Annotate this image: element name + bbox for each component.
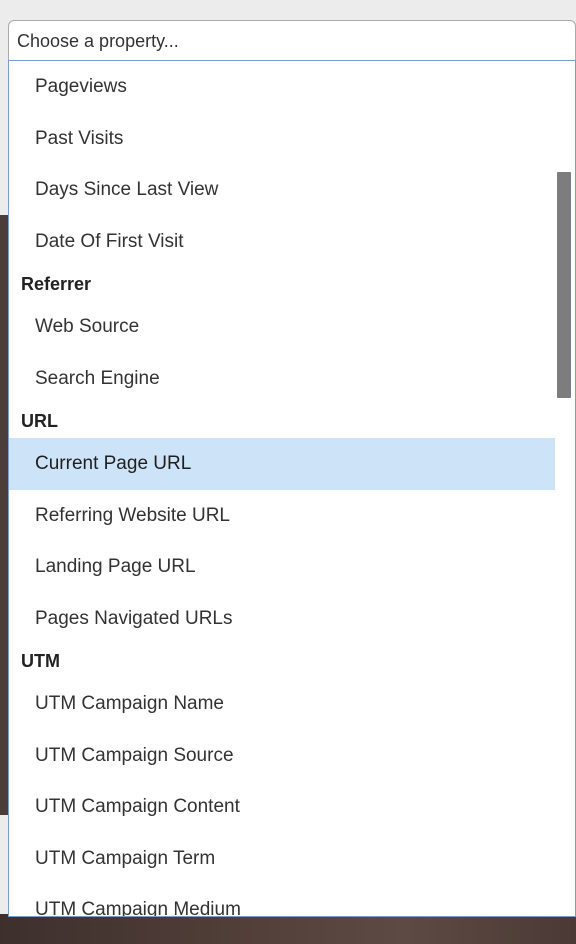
dropdown-option-utm-campaign-medium[interactable]: UTM Campaign Medium (9, 884, 556, 916)
property-dropdown[interactable]: Pageviews Past Visits Days Since Last Vi… (8, 60, 576, 917)
dropdown-option-current-page-url[interactable]: Current Page URL (9, 438, 556, 490)
dropdown-option-pages-navigated-urls[interactable]: Pages Navigated URLs (9, 593, 556, 645)
property-select[interactable]: Choose a property... (8, 20, 576, 61)
dropdown-option-utm-campaign-name[interactable]: UTM Campaign Name (9, 678, 556, 730)
dropdown-option-pageviews[interactable]: Pageviews (9, 61, 556, 113)
group-label-url: URL (21, 411, 58, 431)
backdrop-panel (0, 215, 8, 815)
dropdown-option-utm-campaign-term[interactable]: UTM Campaign Term (9, 833, 556, 885)
group-label-referrer: Referrer (21, 274, 92, 294)
select-placeholder: Choose a property... (17, 30, 179, 51)
dropdown-option-utm-campaign-content[interactable]: UTM Campaign Content (9, 781, 556, 833)
dropdown-option-search-engine[interactable]: Search Engine (9, 353, 556, 405)
dropdown-option-web-source[interactable]: Web Source (9, 301, 556, 353)
scrollbar-thumb[interactable] (557, 172, 571, 398)
dropdown-option-past-visits[interactable]: Past Visits (9, 113, 556, 165)
dropdown-option-referring-website-url[interactable]: Referring Website URL (9, 490, 556, 542)
dropdown-options-list: Pageviews Past Visits Days Since Last Vi… (9, 61, 556, 916)
dropdown-option-utm-campaign-source[interactable]: UTM Campaign Source (9, 730, 556, 782)
dropdown-option-date-of-first-visit[interactable]: Date Of First Visit (9, 216, 556, 268)
backdrop-bottom-band (0, 914, 576, 944)
dropdown-option-days-since-last-view[interactable]: Days Since Last View (9, 164, 556, 216)
dropdown-scrollbar[interactable] (555, 61, 575, 916)
group-label-utm: UTM (21, 651, 60, 671)
dropdown-option-landing-page-url[interactable]: Landing Page URL (9, 541, 556, 593)
